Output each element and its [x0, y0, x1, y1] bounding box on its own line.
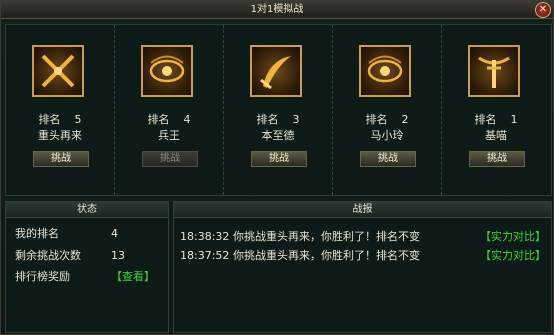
log-message: 你挑战重头再来，你胜利了！排名不变	[233, 230, 420, 243]
title-bar: 1对1模拟战 ✕	[1, 1, 553, 19]
rank-value: 3	[292, 113, 300, 126]
ranking-reward-row: 排行榜奖励 【查看】	[15, 269, 155, 285]
crossed-swords-icon	[32, 45, 84, 97]
ranking-reward-label: 排行榜奖励	[15, 270, 70, 283]
log-message: 你挑战重头再来，你胜利了！排名不变	[233, 249, 420, 262]
status-panel: 状态 我的排名 4 剩余挑战次数 13 排行榜奖励 【查看】	[5, 201, 169, 333]
rank-line: 排名 3	[256, 113, 300, 126]
opponent-card-rank-4: 排名 4 兵王 挑战	[115, 25, 224, 195]
opponents-panel: 排名 5 重头再来 挑战 排名 4 兵王 挑战 排名 3 本至德 挑战 排名 2…	[5, 24, 552, 196]
rank-line: 排名 2	[365, 113, 409, 126]
player-name: 重头再来	[38, 129, 82, 142]
player-name: 兵王	[158, 129, 180, 142]
battle-log-entry: 18:37:52 你挑战重头再来，你胜利了！排名不变 【实力对比】	[180, 248, 546, 264]
challenges-left-label: 剩余挑战次数	[15, 249, 81, 262]
opponent-card-rank-5: 排名 5 重头再来 挑战	[6, 25, 115, 195]
mystic-eye-icon	[141, 45, 193, 97]
status-header: 状态	[6, 202, 168, 218]
challenge-button[interactable]: 挑战	[469, 151, 525, 167]
challenge-button[interactable]: 挑战	[251, 151, 307, 167]
my-rank-value: 4	[111, 227, 118, 240]
log-time: 18:38:32	[180, 230, 230, 243]
my-rank-row: 我的排名 4	[15, 226, 118, 242]
rank-line: 排名 4	[147, 113, 191, 126]
opponent-card-rank-2: 排名 2 马小玲 挑战	[333, 25, 442, 195]
rank-value: 5	[74, 113, 82, 126]
player-name: 本至德	[261, 129, 295, 142]
window-title: 1对1模拟战	[250, 4, 304, 15]
rank-value: 1	[510, 113, 518, 126]
challenge-button[interactable]: 挑战	[33, 151, 89, 167]
close-icon[interactable]: ✕	[535, 2, 551, 18]
rank-line: 排名 5	[38, 113, 82, 126]
challenge-button-disabled[interactable]: 挑战	[142, 151, 198, 167]
battle-log-entry: 18:38:32 你挑战重头再来，你胜利了！排名不变 【实力对比】	[180, 229, 546, 245]
battle-report-header: 战报	[174, 202, 551, 218]
horned-sword-icon	[468, 45, 520, 97]
rank-value: 2	[401, 113, 409, 126]
opponent-card-rank-1: 排名 1 基喵 挑战	[442, 25, 550, 195]
player-name: 基喵	[485, 129, 507, 142]
opponent-card-rank-3: 排名 3 本至德 挑战	[224, 25, 333, 195]
rank-value: 4	[183, 113, 191, 126]
pvp-window: 1对1模拟战 ✕ 排名 5 重头再来 挑战 排名 4 兵王 挑战 排名 3 本至…	[0, 0, 554, 335]
challenge-button[interactable]: 挑战	[360, 151, 416, 167]
mystic-eye-icon	[359, 45, 411, 97]
battle-report-panel: 战报 18:38:32 你挑战重头再来，你胜利了！排名不变 【实力对比】 18:…	[173, 201, 552, 333]
view-reward-link[interactable]: 【查看】	[111, 269, 155, 285]
rank-line: 排名 1	[474, 113, 518, 126]
curved-blade-icon	[250, 45, 302, 97]
compare-strength-link[interactable]: 【实力对比】	[480, 248, 546, 264]
challenges-left-row: 剩余挑战次数 13	[15, 248, 125, 264]
compare-strength-link[interactable]: 【实力对比】	[480, 229, 546, 245]
my-rank-label: 我的排名	[15, 227, 59, 240]
log-time: 18:37:52	[180, 249, 230, 262]
player-name: 马小玲	[370, 129, 404, 142]
challenges-left-value: 13	[111, 249, 125, 262]
